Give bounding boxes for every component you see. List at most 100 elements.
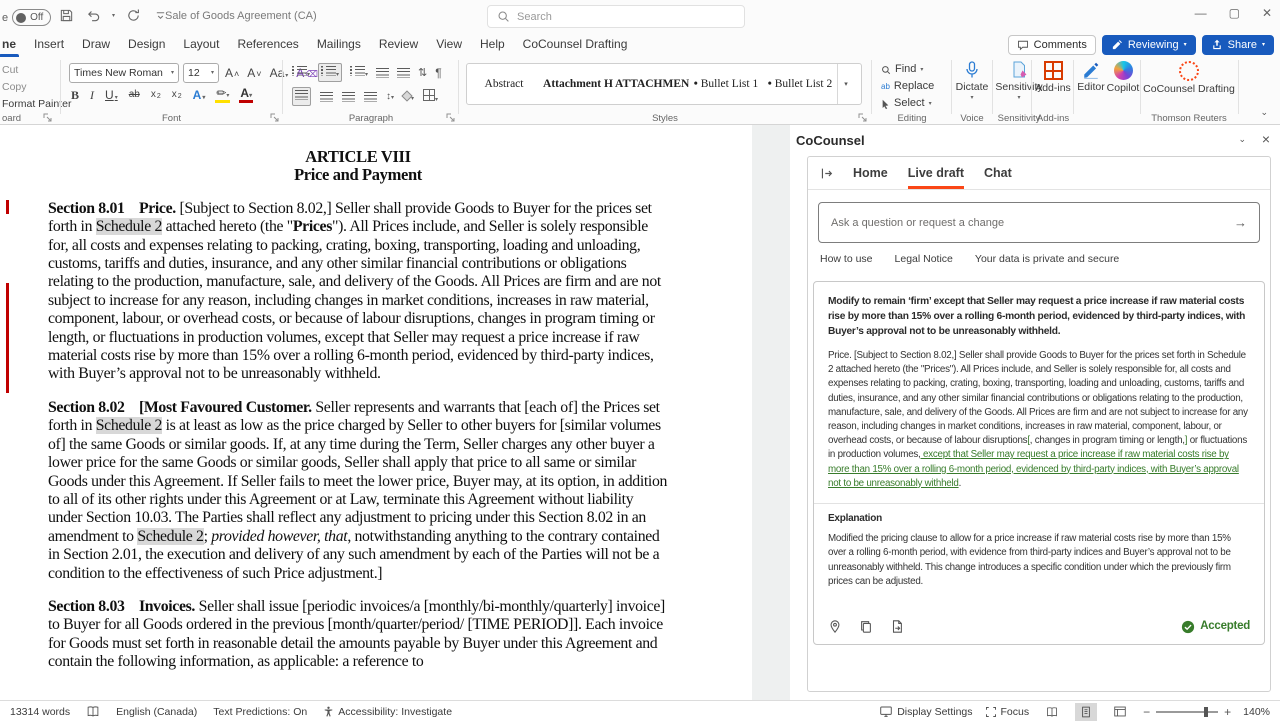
tab-draw[interactable]: Draw [73, 33, 119, 57]
bullets-button[interactable]: ▾ [292, 66, 310, 79]
zoom-out-icon[interactable]: − [1143, 705, 1150, 719]
close-icon[interactable]: ✕ [1262, 6, 1272, 20]
text-predictions-status[interactable]: Text Predictions: On [213, 706, 307, 718]
tab-mailings[interactable]: Mailings [308, 33, 370, 57]
text-effects-button[interactable]: A▾ [191, 88, 208, 102]
justify-button[interactable] [364, 92, 377, 102]
superscript-button[interactable]: x2 [170, 89, 184, 101]
collapse-ribbon-icon[interactable]: ⌄ [1260, 107, 1268, 118]
save-icon[interactable] [58, 7, 75, 24]
zoom-slider[interactable] [1156, 711, 1218, 713]
style-abstract[interactable]: Abstract [467, 78, 541, 90]
replace-button[interactable]: ab Replace [881, 78, 951, 95]
focus-button[interactable]: Focus [985, 706, 1030, 718]
font-color-button[interactable]: A▾ [238, 87, 254, 103]
document-page[interactable]: ARTICLE VIII Price and Payment Section 8… [0, 125, 752, 700]
increase-indent-button[interactable] [397, 68, 410, 78]
copy-icon[interactable] [859, 619, 873, 634]
comments-button[interactable]: Comments [1008, 35, 1096, 55]
subscript-button[interactable]: x2 [149, 89, 163, 101]
shrink-font-button[interactable]: A˅ [245, 66, 263, 80]
style-bullet-list-2[interactable]: • Bullet List 2 [763, 78, 837, 90]
paragraph-dialog-launcher-icon[interactable] [446, 113, 455, 122]
panel-tab-home[interactable]: Home [853, 157, 888, 189]
document-content[interactable]: ARTICLE VIII Price and Payment Section 8… [48, 148, 668, 672]
dictate-button[interactable]: Dictate▾ [952, 61, 992, 101]
format-painter-button[interactable]: Format Painter [2, 96, 60, 113]
autosave-control[interactable]: e Off [2, 9, 51, 26]
tab-view[interactable]: View [427, 33, 471, 57]
cocounsel-drafting-button[interactable]: CoCounsel Drafting [1141, 61, 1237, 95]
style-bullet-list-1[interactable]: • Bullet List 1 [689, 78, 763, 90]
document-scrollbar-gutter[interactable] [752, 125, 790, 700]
how-to-use-link[interactable]: How to use [820, 253, 873, 265]
export-document-icon[interactable] [890, 619, 904, 634]
zoom-level[interactable]: 140% [1243, 706, 1270, 718]
zoom-slider-thumb[interactable] [1204, 707, 1208, 717]
underline-button[interactable]: U▾ [103, 88, 120, 102]
legal-notice-link[interactable]: Legal Notice [895, 253, 953, 265]
shading-button[interactable]: ▾ [403, 91, 414, 103]
tab-help[interactable]: Help [471, 33, 514, 57]
display-settings-button[interactable]: Display Settings [879, 705, 972, 718]
styles-gallery-more-icon[interactable]: ▾ [837, 64, 854, 104]
zoom-in-icon[interactable]: + [1224, 705, 1231, 719]
search-input[interactable] [517, 11, 717, 23]
font-size-select[interactable]: 12▾ [183, 63, 219, 83]
find-button[interactable]: Find▾ [881, 61, 951, 78]
locate-pin-icon[interactable] [828, 619, 842, 634]
multilevel-list-button[interactable]: ▾ [350, 66, 368, 79]
select-button[interactable]: Select▾ [881, 95, 951, 112]
share-button[interactable]: Share ▾ [1202, 35, 1274, 55]
italic-button[interactable]: I [88, 88, 96, 102]
tab-layout[interactable]: Layout [174, 33, 228, 57]
language-status[interactable]: English (Canada) [116, 706, 197, 718]
panel-collapse-icon[interactable] [820, 167, 833, 180]
tab-insert[interactable]: Insert [25, 33, 73, 57]
proofing-icon[interactable] [86, 705, 100, 718]
font-name-select[interactable]: Times New Roman▾ [69, 63, 179, 83]
reviewing-button[interactable]: Reviewing ▾ [1102, 35, 1196, 55]
editor-button[interactable]: Editor [1074, 61, 1108, 93]
bold-button[interactable]: B [69, 88, 81, 102]
panel-tab-chat[interactable]: Chat [984, 157, 1012, 189]
font-dialog-launcher-icon[interactable] [270, 113, 279, 122]
ask-input-box[interactable]: → [818, 202, 1260, 243]
align-right-button[interactable] [342, 92, 355, 102]
strikethrough-button[interactable]: ab [127, 89, 142, 101]
web-layout-button[interactable] [1109, 703, 1131, 721]
undo-dropdown-icon[interactable]: ▾ [112, 13, 115, 19]
style-attachment-heading[interactable]: Attachment H [541, 78, 615, 90]
copilot-button[interactable]: Copilot [1106, 61, 1140, 94]
tab-review[interactable]: Review [370, 33, 427, 57]
copy-button[interactable]: Copy [2, 79, 60, 96]
word-count[interactable]: 13314 words [10, 706, 70, 718]
style-attachment-caps[interactable]: ATTACHMEN [615, 78, 689, 90]
tab-design[interactable]: Design [119, 33, 174, 57]
search-box[interactable] [487, 5, 745, 28]
panel-close-icon[interactable]: × [1262, 131, 1270, 147]
cut-button[interactable]: Cut [2, 62, 60, 79]
maximize-icon[interactable]: ▢ [1229, 6, 1240, 20]
addins-button[interactable]: Add-ins [1032, 61, 1074, 94]
grow-font-button[interactable]: A˄ [223, 66, 241, 80]
print-layout-button[interactable] [1075, 703, 1097, 721]
paragraph-marks-button[interactable]: ¶ [435, 66, 441, 80]
accessibility-status[interactable]: Accessibility: Investigate [323, 705, 452, 718]
autosave-toggle[interactable]: Off [12, 9, 51, 26]
minimize-icon[interactable]: — [1195, 6, 1207, 20]
read-mode-button[interactable] [1041, 703, 1063, 721]
clipboard-dialog-launcher-icon[interactable] [43, 113, 52, 122]
undo-icon[interactable] [85, 7, 102, 24]
tab-home[interactable]: ne [0, 33, 25, 57]
panel-chevron-down-icon[interactable]: ⌄ [1238, 134, 1246, 145]
sort-button[interactable]: ⇅ [418, 66, 427, 79]
submit-arrow-icon[interactable]: → [1234, 215, 1247, 230]
ask-input[interactable] [831, 217, 1226, 229]
align-left-button[interactable] [292, 87, 311, 106]
tab-references[interactable]: References [228, 33, 307, 57]
styles-dialog-launcher-icon[interactable] [858, 113, 867, 122]
panel-tab-live-draft[interactable]: Live draft [908, 157, 964, 189]
tab-cocounsel-drafting[interactable]: CoCounsel Drafting [514, 33, 637, 57]
numbering-button[interactable]: ▾ [318, 63, 342, 82]
